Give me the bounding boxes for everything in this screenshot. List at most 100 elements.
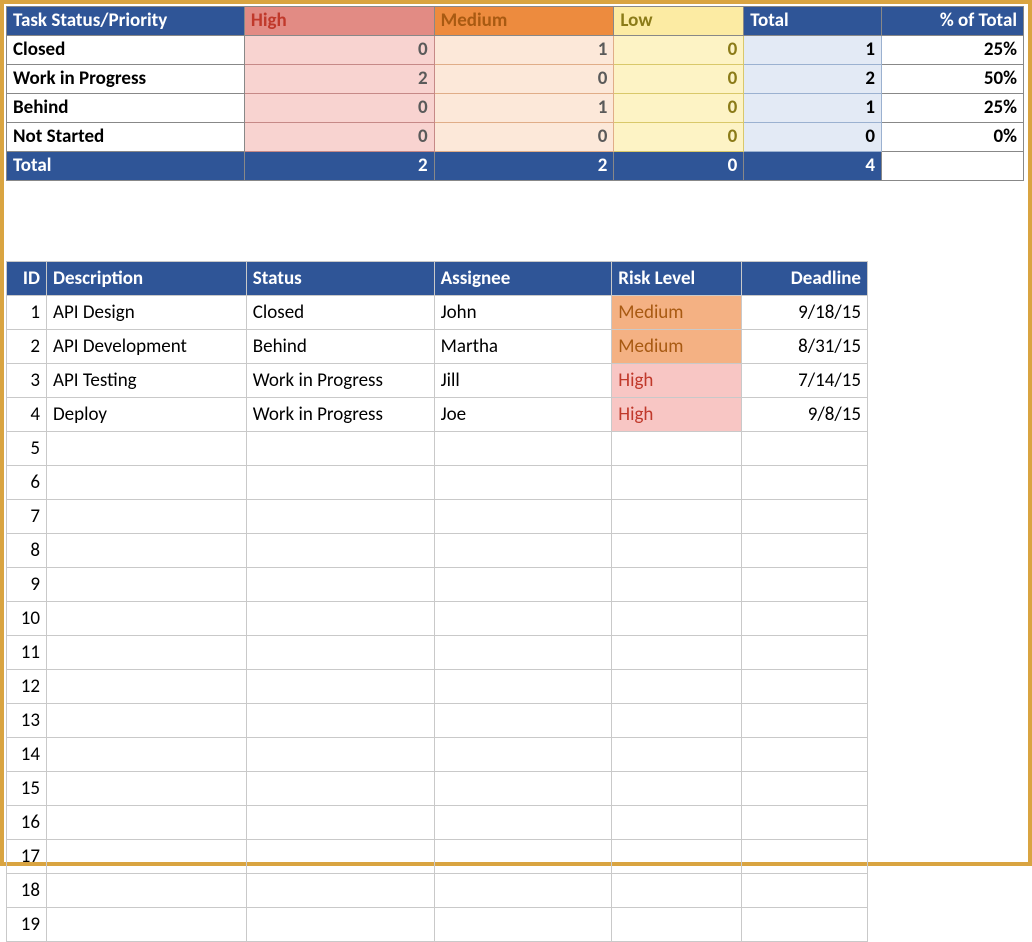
pivot-header-pct[interactable]: % of Total: [882, 7, 1024, 36]
task-cell-deadline[interactable]: 7/14/15: [742, 364, 868, 398]
tasks-header-status[interactable]: Status: [246, 262, 434, 296]
task-cell-risk[interactable]: [612, 568, 742, 602]
task-cell-id[interactable]: 2: [7, 330, 47, 364]
task-cell-status[interactable]: [246, 432, 434, 466]
task-cell-deadline[interactable]: [742, 568, 868, 602]
task-cell-risk[interactable]: [612, 874, 742, 908]
task-cell-assignee[interactable]: Joe: [434, 398, 612, 432]
task-cell-deadline[interactable]: 9/18/15: [742, 296, 868, 330]
task-cell-deadline[interactable]: [742, 500, 868, 534]
pivot-cell-med[interactable]: 0: [434, 123, 614, 152]
task-cell-description[interactable]: API Design: [46, 296, 246, 330]
task-cell-id[interactable]: 10: [7, 602, 47, 636]
task-cell-status[interactable]: [246, 874, 434, 908]
pivot-cell-low[interactable]: 0: [614, 65, 744, 94]
task-cell-id[interactable]: 12: [7, 670, 47, 704]
pivot-cell-pct[interactable]: 50%: [882, 65, 1024, 94]
pivot-cell-low[interactable]: 0: [614, 36, 744, 65]
task-cell-risk[interactable]: [612, 738, 742, 772]
task-cell-risk[interactable]: [612, 602, 742, 636]
task-cell-status[interactable]: Closed: [246, 296, 434, 330]
task-cell-description[interactable]: [46, 636, 246, 670]
task-cell-deadline[interactable]: [742, 874, 868, 908]
pivot-row-label[interactable]: Work in Progress: [7, 65, 245, 94]
task-cell-id[interactable]: 15: [7, 772, 47, 806]
task-cell-risk[interactable]: [612, 840, 742, 874]
pivot-cell-total[interactable]: 0: [744, 123, 882, 152]
pivot-cell-total[interactable]: 1: [744, 94, 882, 123]
task-cell-assignee[interactable]: [434, 534, 612, 568]
task-cell-risk[interactable]: [612, 500, 742, 534]
task-cell-risk[interactable]: [612, 772, 742, 806]
pivot-cell-med[interactable]: 0: [434, 65, 614, 94]
task-cell-risk[interactable]: Medium: [612, 296, 742, 330]
task-cell-deadline[interactable]: [742, 534, 868, 568]
task-cell-id[interactable]: 17: [7, 840, 47, 874]
task-cell-assignee[interactable]: [434, 466, 612, 500]
pivot-table[interactable]: Task Status/Priority High Medium Low Tot…: [6, 6, 1024, 181]
task-cell-status[interactable]: [246, 806, 434, 840]
task-cell-deadline[interactable]: [742, 636, 868, 670]
task-cell-description[interactable]: [46, 772, 246, 806]
pivot-cell-high[interactable]: 0: [244, 94, 434, 123]
pivot-cell-pct[interactable]: 25%: [882, 36, 1024, 65]
pivot-cell-low[interactable]: 0: [614, 94, 744, 123]
task-cell-description[interactable]: [46, 432, 246, 466]
task-cell-assignee[interactable]: [434, 602, 612, 636]
task-cell-risk[interactable]: [612, 534, 742, 568]
task-cell-assignee[interactable]: [434, 568, 612, 602]
pivot-header-medium[interactable]: Medium: [434, 7, 614, 36]
pivot-cell-high[interactable]: 2: [244, 65, 434, 94]
task-cell-description[interactable]: [46, 466, 246, 500]
tasks-header-description[interactable]: Description: [46, 262, 246, 296]
pivot-footer-med[interactable]: 2: [434, 152, 614, 181]
task-cell-description[interactable]: API Testing: [46, 364, 246, 398]
task-cell-assignee[interactable]: [434, 874, 612, 908]
pivot-footer-low[interactable]: 0: [614, 152, 744, 181]
task-cell-assignee[interactable]: [434, 908, 612, 942]
task-cell-deadline[interactable]: [742, 738, 868, 772]
task-cell-assignee[interactable]: [434, 432, 612, 466]
task-cell-id[interactable]: 19: [7, 908, 47, 942]
task-cell-status[interactable]: Work in Progress: [246, 398, 434, 432]
task-cell-description[interactable]: [46, 670, 246, 704]
task-cell-risk[interactable]: High: [612, 398, 742, 432]
task-cell-status[interactable]: [246, 738, 434, 772]
task-cell-status[interactable]: [246, 840, 434, 874]
pivot-cell-total[interactable]: 2: [744, 65, 882, 94]
pivot-row-label[interactable]: Closed: [7, 36, 245, 65]
task-cell-deadline[interactable]: [742, 466, 868, 500]
task-cell-assignee[interactable]: [434, 670, 612, 704]
task-cell-risk[interactable]: [612, 908, 742, 942]
task-cell-id[interactable]: 9: [7, 568, 47, 602]
task-cell-id[interactable]: 14: [7, 738, 47, 772]
task-cell-status[interactable]: [246, 534, 434, 568]
task-cell-risk[interactable]: [612, 670, 742, 704]
task-cell-risk[interactable]: Medium: [612, 330, 742, 364]
task-cell-description[interactable]: [46, 602, 246, 636]
task-cell-id[interactable]: 4: [7, 398, 47, 432]
task-cell-deadline[interactable]: [742, 670, 868, 704]
task-cell-assignee[interactable]: John: [434, 296, 612, 330]
pivot-header-task-status[interactable]: Task Status/Priority: [7, 7, 245, 36]
task-cell-deadline[interactable]: 8/31/15: [742, 330, 868, 364]
pivot-cell-low[interactable]: 0: [614, 123, 744, 152]
task-cell-description[interactable]: [46, 874, 246, 908]
pivot-header-low[interactable]: Low: [614, 7, 744, 36]
task-cell-risk[interactable]: [612, 704, 742, 738]
task-cell-deadline[interactable]: [742, 432, 868, 466]
task-cell-id[interactable]: 3: [7, 364, 47, 398]
task-cell-risk[interactable]: [612, 636, 742, 670]
tasks-table[interactable]: ID Description Status Assignee Risk Leve…: [6, 261, 868, 942]
task-cell-description[interactable]: [46, 534, 246, 568]
task-cell-risk[interactable]: [612, 806, 742, 840]
task-cell-status[interactable]: [246, 500, 434, 534]
pivot-cell-pct[interactable]: 0%: [882, 123, 1024, 152]
task-cell-status[interactable]: Behind: [246, 330, 434, 364]
task-cell-id[interactable]: 16: [7, 806, 47, 840]
task-cell-id[interactable]: 7: [7, 500, 47, 534]
task-cell-assignee[interactable]: [434, 840, 612, 874]
task-cell-id[interactable]: 6: [7, 466, 47, 500]
task-cell-description[interactable]: [46, 500, 246, 534]
task-cell-deadline[interactable]: [742, 772, 868, 806]
